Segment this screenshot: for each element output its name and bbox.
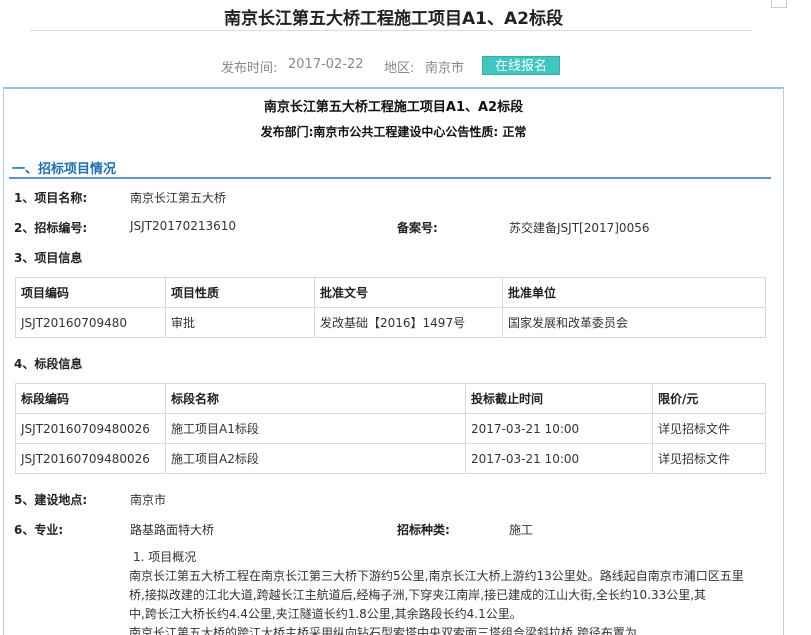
column-header: 标段编码 [15,383,166,414]
publish-date: 2017-02-22 [288,57,364,72]
table-row: JSJT20160709480026 施工项目A2标段 2017-03-21 1… [15,443,766,474]
overview-line: 南京长江第五大桥的跨江大桥主桥采用纵向钻石型索塔中央双索面三塔组合梁斜拉桥,跨径… [129,626,637,635]
project-overview: 1. 项目概况 南京长江第五大桥工程在南京长江第三大桥下游约5公里,南京长江大桥… [129,548,774,635]
page-title: 南京长江第五大桥工程施工项目A1、A2标段 [224,9,563,29]
meta-row: 发布时间: 2017-02-22 地区: 南京市 [0,57,787,76]
column-header: 批准文号 [314,277,503,308]
bid-number-value: JSJT20170213610 [130,219,237,233]
tender-table: 标段编码 标段名称 投标截止时间 限价/元 JSJT20160709480026… [15,383,766,474]
bid-number-label: 2、招标编号: [14,221,88,235]
table-header-row: 标段编码 标段名称 投标截止时间 限价/元 [15,383,766,414]
record-number-label: 备案号: [397,221,438,235]
specialty-label: 6、专业: [14,523,64,537]
table-row: JSJT20160709480 审批 发改基础【2016】1497号 国家发展和… [15,307,766,338]
record-number-value: 苏交建备JSJT[2017]0056 [509,221,650,235]
online-signup-button[interactable]: 在线报名 [482,56,560,75]
project-info-table: 项目编码 项目性质 批准文号 批准单位 JSJT20160709480 审批 发… [15,277,766,338]
scroll-corner [771,0,787,8]
table-cell: 发改基础【2016】1497号 [314,307,503,338]
column-header: 项目性质 [165,277,315,308]
column-header: 投标截止时间 [465,383,653,414]
project-info-label: 3、项目信息 [14,251,83,265]
project-name-value: 南京长江第五大桥 [130,191,227,205]
publish-time-label: 发布时间: [221,61,278,76]
table-cell: 国家发展和改革委员会 [502,307,766,338]
document-subtitle: 发布部门:南京市公共工程建设中心公告性质: 正常 [260,125,527,139]
bid-type-value: 施工 [509,523,534,537]
location-label: 5、建设地点: [14,493,88,507]
overview-line: 桥,接拟改建的江北大道,跨越长江主航道后,经梅子洲,下穿夹江南岸,接已建成的江山… [129,588,707,602]
overview-line: 中,跨长江大桥长约4.4公里,夹江隧道长约1.8公里,其余路段长约4.1公里。 [129,607,522,621]
table-cell: JSJT20160709480026 [15,413,166,444]
title-divider [30,30,752,31]
overview-line: 南京长江第五大桥工程在南京长江第三大桥下游约5公里,南京长江大桥上游约13公里处… [129,569,744,583]
table-cell: 施工项目A1标段 [165,413,466,444]
table-header-row: 项目编码 项目性质 批准文号 批准单位 [15,277,766,308]
table-cell: 施工项目A2标段 [165,443,466,474]
location-value: 南京市 [130,493,167,507]
table-row: JSJT20160709480026 施工项目A1标段 2017-03-21 1… [15,413,766,444]
region-value: 南京市 [425,61,465,76]
table-cell: 2017-03-21 10:00 [465,443,653,474]
table-cell: 详见招标文件 [652,413,766,444]
bid-type-label: 招标种类: [397,523,450,537]
section-heading: 一、招标项目情况 [12,162,117,177]
project-name-label: 1、项目名称: [14,191,88,205]
table-cell: 详见招标文件 [652,443,766,474]
specialty-value: 路基路面特大桥 [130,523,215,537]
overview-heading: 1. 项目概况 [133,550,197,564]
column-header: 批准单位 [502,277,766,308]
table-cell: JSJT20160709480026 [15,443,166,474]
document-title: 南京长江第五大桥工程施工项目A1、A2标段 [263,100,524,115]
column-header: 项目编码 [15,277,166,308]
table-cell: JSJT20160709480 [15,307,166,338]
region-label: 地区: [384,61,415,76]
column-header: 标段名称 [165,383,466,414]
column-header: 限价/元 [652,383,766,414]
section-divider [9,177,771,179]
table-cell: 2017-03-21 10:00 [465,413,653,444]
tender-info-label: 4、标段信息 [14,357,83,371]
table-cell: 审批 [165,307,315,338]
